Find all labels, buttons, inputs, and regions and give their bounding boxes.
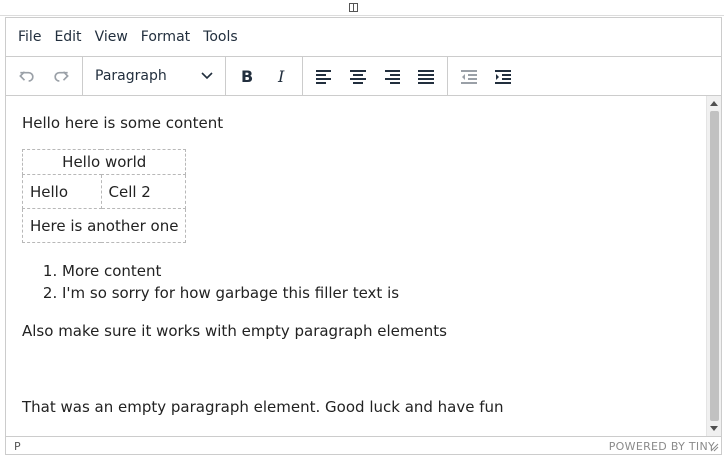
align-center-icon	[350, 70, 366, 84]
editor-content-area[interactable]: Hello here is some content Hello world H…	[6, 96, 706, 436]
italic-button[interactable]: I	[264, 61, 298, 91]
content-paragraph: Also make sure it works with empty parag…	[22, 322, 447, 340]
block-format-group: Paragraph	[83, 56, 226, 96]
table-caption-row: Hello world	[21, 149, 187, 175]
formatting-group: B I	[226, 56, 303, 96]
menu-file[interactable]: File	[12, 25, 47, 49]
table-row: Here is another one	[21, 208, 187, 243]
table-caption[interactable]: Hello world	[21, 149, 187, 175]
alignment-group	[303, 56, 448, 96]
redo-icon	[54, 71, 69, 82]
element-path[interactable]: P	[14, 440, 21, 453]
menu-format[interactable]: Format	[135, 25, 196, 49]
content-table[interactable]: Hello world Hello Cell 2 Here is another…	[21, 149, 187, 243]
table-cell[interactable]: Cell 2	[100, 174, 187, 209]
resize-handle-icon[interactable]	[709, 442, 719, 452]
history-group	[6, 56, 83, 96]
toolbar: Paragraph B I	[6, 56, 721, 96]
align-right-icon	[385, 70, 400, 84]
outdent-button[interactable]	[452, 61, 486, 91]
block-format-select[interactable]: Paragraph	[87, 61, 221, 91]
bold-button[interactable]: B	[230, 61, 264, 91]
rich-text-editor: File Edit View Format Tools Paragraph B …	[5, 17, 722, 455]
menubar: File Edit View Format Tools	[6, 18, 721, 57]
undo-icon	[19, 71, 34, 82]
table-cell[interactable]: Hello	[22, 174, 102, 209]
branding-link[interactable]: POWERED BY TINY	[609, 440, 715, 453]
redo-button[interactable]	[44, 61, 78, 91]
list-item: I'm so sorry for how garbage this filler…	[62, 282, 399, 304]
align-left-button[interactable]	[307, 61, 341, 91]
indent-button[interactable]	[486, 61, 520, 91]
svg-text:B: B	[241, 67, 253, 86]
block-format-label: Paragraph	[95, 68, 167, 84]
align-left-icon	[316, 70, 331, 84]
align-right-button[interactable]	[375, 61, 409, 91]
chevron-down-icon	[201, 72, 213, 80]
content-paragraph: Hello here is some content	[22, 114, 224, 132]
window-top-strip	[0, 0, 724, 16]
vertical-scrollbar[interactable]	[706, 96, 721, 436]
menu-tools[interactable]: Tools	[197, 25, 244, 49]
svg-text:I: I	[277, 67, 285, 86]
menu-edit[interactable]: Edit	[48, 25, 87, 49]
indent-group	[448, 57, 524, 96]
align-justify-button[interactable]	[409, 61, 443, 91]
align-center-button[interactable]	[341, 61, 375, 91]
bold-icon: B	[241, 67, 253, 86]
table-row: Hello Cell 2	[22, 174, 187, 209]
menu-view[interactable]: View	[89, 25, 134, 49]
statusbar: P POWERED BY TINY	[6, 436, 721, 455]
scroll-down-arrow-icon[interactable]	[710, 426, 718, 431]
content-paragraph: That was an empty paragraph element. Goo…	[22, 398, 504, 416]
ordered-list: More content I'm so sorry for how garbag…	[22, 260, 399, 304]
scroll-up-arrow-icon[interactable]	[710, 101, 718, 106]
indent-icon	[495, 70, 511, 84]
align-justify-icon	[418, 70, 434, 84]
resize-grip-icon[interactable]	[349, 3, 358, 12]
undo-button[interactable]	[10, 61, 44, 91]
list-item: More content	[62, 260, 399, 282]
scroll-thumb[interactable]	[710, 111, 719, 421]
table-cell[interactable]: Here is another one	[21, 208, 187, 243]
outdent-icon	[461, 70, 477, 84]
italic-icon: I	[277, 67, 285, 86]
